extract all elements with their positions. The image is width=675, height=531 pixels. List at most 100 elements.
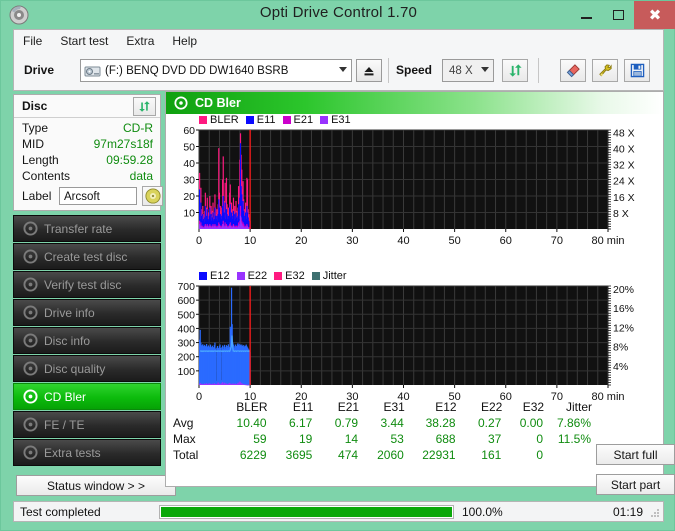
sidebar-item-label: CD Bler [44,389,87,404]
cell: 474 [338,448,359,462]
cell: 688 [435,432,456,446]
eject-button[interactable] [356,59,382,82]
disc-icon [23,389,38,404]
menu-item-help[interactable]: Help [163,32,206,50]
x-tick-label: 70 [551,235,563,247]
x-tick-label: 80 min [591,235,624,247]
y-tick-label: 20 [183,191,195,203]
sidebar-item-disc-quality[interactable]: Disc quality [13,355,161,382]
disc-icon [23,445,38,460]
y2-tick-label: 20% [613,284,634,296]
column-header: E12 [435,400,457,414]
sidebar-item-cd-bler[interactable]: CD Bler [13,383,161,410]
sidebar-item-fe-te[interactable]: FE / TE [13,411,161,438]
status-bar: Test completed 100.0% 01:19 [13,501,664,522]
refresh-icon [508,64,522,77]
y-tick-label: 600 [177,295,195,307]
close-button[interactable]: ✖ [634,1,675,29]
y2-tick-label: 8 X [613,208,629,220]
sidebar-item-label: Transfer rate [44,221,113,236]
y-tick-label: 700 [177,281,195,293]
disc-row-type: Type CD-R [14,121,160,137]
speed-select[interactable]: 48 X [442,59,494,82]
cell: 0.00 [519,416,544,430]
disc-row-mid: MID 97m27s18f [14,137,160,153]
content-panel: CD Bler BLER E11 E21 E31 10 20 30 40 50 60 8 X 16 … [165,91,675,495]
eject-icon [364,66,374,75]
sidebar-item-label: Create test disc [44,249,128,264]
disc-label-button[interactable] [142,186,163,206]
y-tick-label: 30 [183,175,195,187]
speed-label: Speed [396,63,433,77]
content-header: CD Bler [166,92,663,114]
x-tick-label: 60 [500,235,512,247]
minimize-icon [580,17,592,19]
sidebar-item-transfer-rate[interactable]: Transfer rate [13,215,161,242]
x-tick-label: 80 min [591,391,624,403]
refresh-drive-button[interactable] [502,59,528,82]
column-header: E22 [480,400,503,414]
disc-icon [23,417,38,432]
sidebar-item-drive-info[interactable]: Drive info [13,299,161,326]
y2-tick-label: 16 X [613,192,635,204]
disc-icon [174,96,188,110]
start-full-button[interactable]: Start full [596,444,675,465]
cell: 7.86% [556,416,591,430]
column-header: BLER [236,400,268,414]
wrench-icon [598,64,612,77]
disc-panel: Disc Type CD-R MID 97m27s18f Length 09:5… [13,94,163,211]
start-part-button[interactable]: Start part [596,474,675,495]
bler-chart[interactable]: BLER E11 E21 E31 10 20 30 40 50 60 8 X 16 X 24 X 32 … [166,114,663,252]
e12-chart[interactable]: E12 E22 E32 Jitter 100 200 300 400 500 600 700 4% 8… [166,270,663,408]
progress-bar [159,504,454,519]
cell: 2060 [377,448,404,462]
cell: 53 [390,432,404,446]
menu-item-start-test[interactable]: Start test [51,32,117,50]
cell: 161 [481,448,502,462]
minimize-button[interactable] [570,1,602,29]
erase-disc-button[interactable] [560,59,586,82]
sidebar-item-verify-test-disc[interactable]: Verify test disc [13,271,161,298]
sidebar-item-label: Drive info [44,305,95,320]
y-tick-label: 500 [177,309,195,321]
row-label: Total [173,448,199,462]
main-body: Disc Type CD-R MID 97m27s18f Length 09:5… [13,91,675,499]
progress-bar-fill [161,506,452,517]
disc-row-value: CD-R [123,121,153,135]
menu-item-extra[interactable]: Extra [117,32,163,50]
cell: 3.44 [380,416,404,430]
drive-select-value: (F:) BENQ DVD DD DW1640 BSRB [105,64,289,77]
cell: 22931 [422,448,456,462]
cell: 0.27 [477,416,502,430]
sidebar-item-disc-info[interactable]: Disc info [13,327,161,354]
sidebar-item-extra-tests[interactable]: Extra tests [13,439,161,466]
sidebar-item-create-test-disc[interactable]: Create test disc [13,243,161,270]
status-message: Test completed [20,504,101,519]
menu-item-file[interactable]: File [14,32,51,50]
column-header: E11 [292,400,314,414]
y-tick-label: 200 [177,352,195,364]
row-label: Avg [173,416,194,430]
elapsed-time: 01:19 [612,504,643,519]
resize-grip-icon[interactable] [650,508,660,518]
x-tick-label: 40 [397,235,409,247]
tools-button[interactable] [592,59,618,82]
row-label: Max [173,432,196,446]
table-row: Total 6229 3695 474 2060 22931 161 0 [172,447,592,463]
x-tick-label: 50 [449,235,461,247]
statistics-table: BLER E11 E21 E31 E12 E22 E32 Jitter Avg [172,400,592,463]
cell: 10.40 [236,416,267,430]
disc-panel-title: Disc [22,99,48,113]
menu-bar: File Start test Extra Help [13,29,664,51]
y-tick-label: 300 [177,338,195,350]
y-tick-label: 50 [183,142,195,154]
sidebar-item-label: Extra tests [44,445,101,460]
sidebar-item-label: FE / TE [44,417,85,432]
save-button[interactable] [624,59,650,82]
cell: 0 [536,448,544,462]
maximize-button[interactable] [602,1,634,29]
refresh-disc-button[interactable] [133,97,156,116]
disc-label-input[interactable] [59,187,137,205]
drive-select[interactable]: (F:) BENQ DVD DD DW1640 BSRB [80,59,352,82]
status-window-button[interactable]: Status window > > [16,475,176,496]
